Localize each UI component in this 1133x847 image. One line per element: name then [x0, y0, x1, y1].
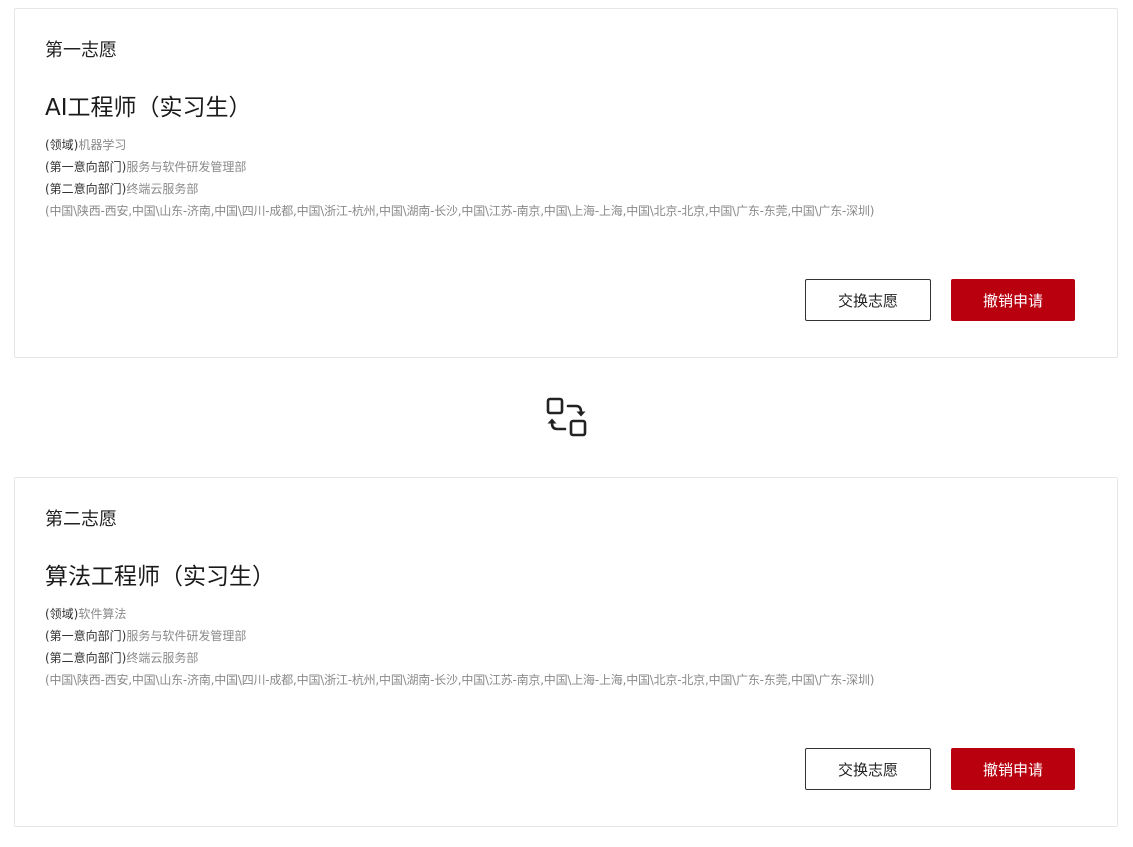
job-details: (领域)软件算法 (第一意向部门)服务与软件研发管理部 (第二意向部门)终端云服… [45, 603, 874, 691]
domain-key: (领域) [45, 138, 79, 152]
first-department-row: (第一意向部门)服务与软件研发管理部 [45, 625, 874, 647]
first-department-value: 服务与软件研发管理部 [126, 629, 247, 643]
first-department-key: (第一意向部门) [45, 629, 127, 643]
job-title: AI工程师（实习生） [45, 95, 252, 121]
first-department-row: (第一意向部门)服务与软件研发管理部 [45, 156, 874, 178]
application-choices-page: 第一志愿 AI工程师（实习生） (领域)机器学习 (第一意向部门)服务与软件研发… [0, 0, 1133, 847]
swap-choice-button[interactable]: 交换志愿 [805, 279, 931, 321]
job-details: (领域)机器学习 (第一意向部门)服务与软件研发管理部 (第二意向部门)终端云服… [45, 134, 874, 222]
domain-key: (领域) [45, 607, 79, 621]
first-department-value: 服务与软件研发管理部 [126, 160, 247, 174]
work-locations: (中国\陕西-西安,中国\山东-济南,中国\四川-成都,中国\浙江-杭州,中国\… [45, 673, 875, 687]
second-department-value: 终端云服务部 [126, 651, 199, 665]
domain-value: 机器学习 [78, 138, 127, 152]
domain-row: (领域)软件算法 [45, 603, 874, 625]
second-choice-card: 第二志愿 算法工程师（实习生） (领域)软件算法 (第一意向部门)服务与软件研发… [14, 477, 1118, 827]
second-department-key: (第二意向部门) [45, 182, 127, 196]
choice-label: 第一志愿 [45, 40, 117, 61]
cancel-application-button[interactable]: 撤销申请 [951, 748, 1075, 790]
second-department-value: 终端云服务部 [126, 182, 199, 196]
second-department-row: (第二意向部门)终端云服务部 [45, 178, 874, 200]
swap-order-icon[interactable] [545, 396, 589, 440]
domain-row: (领域)机器学习 [45, 134, 874, 156]
domain-value: 软件算法 [78, 607, 127, 621]
second-department-key: (第二意向部门) [45, 651, 127, 665]
swap-choice-button[interactable]: 交换志愿 [805, 748, 931, 790]
choice-label: 第二志愿 [45, 509, 117, 530]
work-locations: (中国\陕西-西安,中国\山东-济南,中国\四川-成都,中国\浙江-杭州,中国\… [45, 204, 875, 218]
cancel-application-button[interactable]: 撤销申请 [951, 279, 1075, 321]
second-department-row: (第二意向部门)终端云服务部 [45, 647, 874, 669]
first-department-key: (第一意向部门) [45, 160, 127, 174]
first-choice-card: 第一志愿 AI工程师（实习生） (领域)机器学习 (第一意向部门)服务与软件研发… [14, 8, 1118, 358]
job-title: 算法工程师（实习生） [45, 564, 275, 590]
